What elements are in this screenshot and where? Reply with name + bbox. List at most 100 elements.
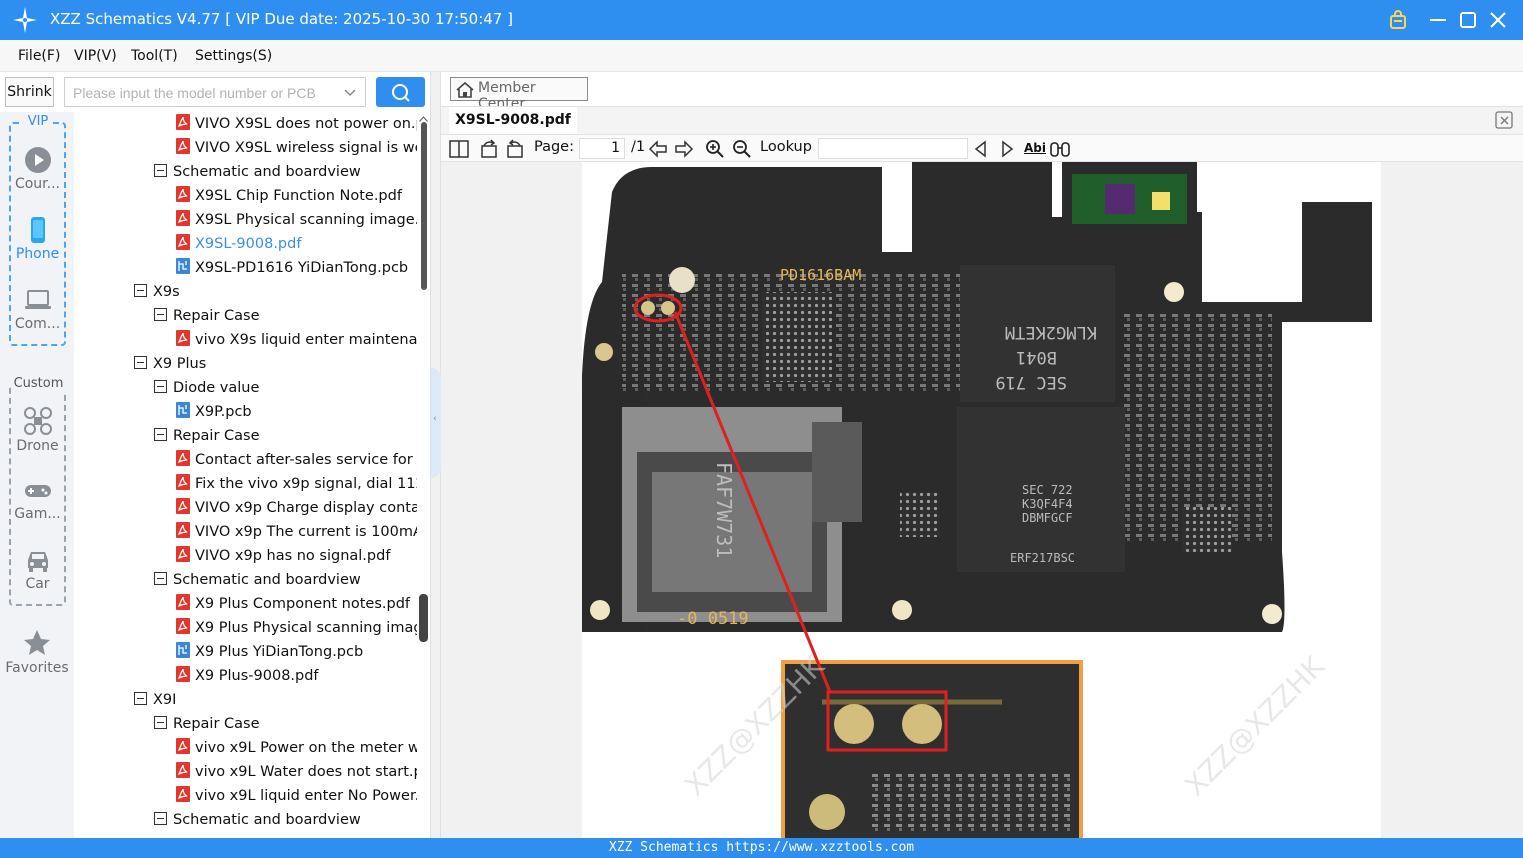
collapse-toggle-icon[interactable] bbox=[134, 356, 147, 369]
tree-file-pdf[interactable]: vivo x9L Power on the meter wh bbox=[176, 737, 417, 761]
tab-document[interactable]: X9SL-9008.pdf bbox=[449, 107, 577, 135]
menu-tool[interactable]: Tool(T) bbox=[131, 48, 178, 64]
tree-file-pdf[interactable]: X9SL Chip Function Note.pdf bbox=[176, 185, 402, 209]
search-input[interactable] bbox=[73, 83, 333, 103]
collapse-toggle-icon[interactable] bbox=[154, 812, 167, 825]
tree-file-pdf[interactable]: VIVO X9SL does not power on.p bbox=[176, 113, 417, 137]
search-icon bbox=[392, 84, 410, 102]
chip1-line-1: KLMG2KETM bbox=[1005, 322, 1097, 342]
tree-file-pdf[interactable]: X9 Plus Physical scanning imag bbox=[176, 617, 417, 641]
tree-folder[interactable]: Schematic and boardview bbox=[154, 809, 361, 833]
tree-file-pdf[interactable]: VIVO x9p The current is 100mA bbox=[176, 521, 417, 545]
tree-file-pdf[interactable]: vivo x9L Water does not start.pc bbox=[176, 761, 417, 785]
pdf-file-icon bbox=[176, 546, 190, 562]
close-tab-icon[interactable] bbox=[1495, 111, 1513, 129]
tree-folder[interactable]: Diode value bbox=[154, 377, 259, 401]
tree-file-pdf[interactable]: X9SL-9008.pdf bbox=[176, 233, 301, 257]
scrollbar-thumb[interactable] bbox=[421, 122, 427, 290]
close-icon[interactable] bbox=[1486, 8, 1510, 32]
pdf-page: FAF7W731 KLMG2KETM B041 SEC 719 SEC 722 … bbox=[581, 162, 1381, 838]
pdf-file-icon bbox=[176, 738, 190, 754]
page-number-input[interactable]: 1 bbox=[579, 138, 625, 159]
scrollbar-thumb[interactable] bbox=[419, 594, 428, 642]
previous-page-icon[interactable] bbox=[648, 139, 668, 159]
collapse-toggle-icon[interactable] bbox=[154, 380, 167, 393]
sidebar-item-computer[interactable]: Com... bbox=[11, 286, 64, 332]
tree-folder[interactable]: Repair Case bbox=[154, 305, 260, 329]
collapse-toggle-icon[interactable] bbox=[154, 716, 167, 729]
minimize-icon[interactable] bbox=[1426, 8, 1450, 32]
zoom-in-icon[interactable] bbox=[705, 139, 725, 159]
tree-file-pdf[interactable]: X9 Plus Component notes.pdf bbox=[176, 593, 410, 617]
sidebar-item-label: Drone bbox=[16, 438, 59, 454]
sidebar-item-car[interactable]: Car bbox=[11, 546, 64, 592]
vip-bag-icon[interactable] bbox=[1386, 8, 1410, 32]
zoom-out-icon[interactable] bbox=[732, 139, 752, 159]
tree-file-pdf[interactable]: VIVO X9SL wireless signal is wea bbox=[176, 137, 417, 161]
next-page-icon[interactable] bbox=[674, 139, 694, 159]
pane-splitter[interactable]: ‹ bbox=[430, 72, 441, 838]
tree-scrollbar[interactable] bbox=[417, 112, 430, 838]
sidebar-toggle-icon[interactable] bbox=[449, 139, 469, 159]
tree-file-pdf[interactable]: VIVO x9p has no signal.pdf bbox=[176, 545, 390, 569]
collapse-toggle-icon[interactable] bbox=[154, 308, 167, 321]
rotate-right-icon[interactable] bbox=[505, 139, 525, 159]
tree-node-label: Fix the vivo x9p signal, dial 112 bbox=[195, 476, 417, 492]
tree-folder[interactable]: X9 Plus bbox=[134, 353, 206, 377]
tree-folder[interactable]: Schematic and boardview bbox=[154, 569, 361, 593]
menu-file[interactable]: File(F) bbox=[18, 48, 60, 64]
sidebar-item-label: Cour... bbox=[14, 176, 61, 192]
category-sidebar: VIP Cour... Phone Com... Custom Drone Ga… bbox=[0, 112, 74, 838]
sidebar-item-phone[interactable]: Phone bbox=[11, 216, 64, 262]
tree-file-pdf[interactable]: Fix the vivo x9p signal, dial 112 bbox=[176, 473, 417, 497]
sidebar-item-favorites[interactable]: Favorites bbox=[0, 628, 74, 676]
menu-vip[interactable]: VIP(V) bbox=[74, 48, 117, 64]
tree-file-pdf[interactable]: vivo X9s liquid enter maintenac bbox=[176, 329, 417, 353]
collapse-toggle-icon[interactable] bbox=[154, 428, 167, 441]
tree-folder[interactable]: X9s bbox=[134, 281, 180, 305]
sidebar-item-games[interactable]: Gam... bbox=[11, 478, 64, 522]
rotate-left-icon[interactable] bbox=[479, 139, 499, 159]
tree-folder[interactable]: Repair Case bbox=[154, 425, 260, 449]
find-previous-icon[interactable] bbox=[973, 139, 989, 159]
car-icon bbox=[27, 552, 48, 572]
pdf-file-icon bbox=[176, 474, 190, 490]
chevron-down-icon[interactable] bbox=[343, 86, 357, 100]
collapse-toggle-icon[interactable] bbox=[154, 572, 167, 585]
tree-folder[interactable]: Repair Case bbox=[154, 713, 260, 737]
tree-file-pdf[interactable]: VIVO x9p Charge display contac bbox=[176, 497, 417, 521]
menu-settings[interactable]: Settings(S) bbox=[195, 48, 272, 64]
board-photo: FAF7W731 KLMG2KETM B041 SEC 719 SEC 722 … bbox=[581, 162, 1372, 838]
pdf-file-icon bbox=[176, 666, 190, 682]
laptop-icon bbox=[24, 290, 51, 309]
collapse-handle[interactable]: ‹ bbox=[431, 368, 441, 478]
sidebar-item-courses[interactable]: Cour... bbox=[11, 146, 64, 192]
tree-file-pdf[interactable]: X9SL Physical scanning image.p bbox=[176, 209, 417, 233]
tree-file-pcb[interactable]: X9SL-PD1616 YiDianTong.pcb bbox=[176, 257, 408, 281]
tree-folder[interactable]: X9I bbox=[134, 689, 176, 713]
maximize-icon[interactable] bbox=[1456, 8, 1480, 32]
sidebar-item-drone[interactable]: Drone bbox=[11, 406, 64, 454]
shrink-button[interactable]: Shrink bbox=[5, 77, 54, 107]
collapse-toggle-icon[interactable] bbox=[154, 164, 167, 177]
member-center-button[interactable]: Member Center bbox=[450, 77, 588, 112]
tree-node-label: X9I bbox=[153, 692, 177, 708]
collapse-toggle-icon[interactable] bbox=[134, 284, 147, 297]
tree-folder[interactable]: Schematic and boardview bbox=[154, 161, 361, 185]
binoculars-icon[interactable] bbox=[1049, 139, 1071, 159]
model-search-combobox[interactable] bbox=[64, 77, 366, 107]
tree-file-pcb[interactable]: X9 Plus YiDianTong.pcb bbox=[176, 641, 363, 665]
pdf-viewer[interactable]: FAF7W731 KLMG2KETM B041 SEC 719 SEC 722 … bbox=[441, 162, 1523, 838]
pdf-file-icon bbox=[176, 786, 190, 802]
tree-file-pcb[interactable]: X9P.pcb bbox=[176, 401, 252, 425]
tree-file-pdf[interactable]: X9 Plus-9008.pdf bbox=[176, 665, 319, 689]
lookup-input[interactable] bbox=[818, 138, 968, 159]
tree-file-pdf[interactable]: vivo x9L liquid enter No Power.p bbox=[176, 785, 417, 809]
collapse-toggle-icon[interactable] bbox=[134, 692, 147, 705]
tree-node-label: X9 Plus Physical scanning imag bbox=[195, 620, 417, 636]
tree-node-label: X9SL Physical scanning image.p bbox=[195, 212, 417, 228]
tree-file-pdf[interactable]: Contact after-sales service for cl bbox=[176, 449, 417, 473]
match-case-icon[interactable]: Abi bbox=[1024, 141, 1046, 155]
find-next-icon[interactable] bbox=[999, 139, 1015, 159]
search-button[interactable] bbox=[376, 77, 425, 107]
